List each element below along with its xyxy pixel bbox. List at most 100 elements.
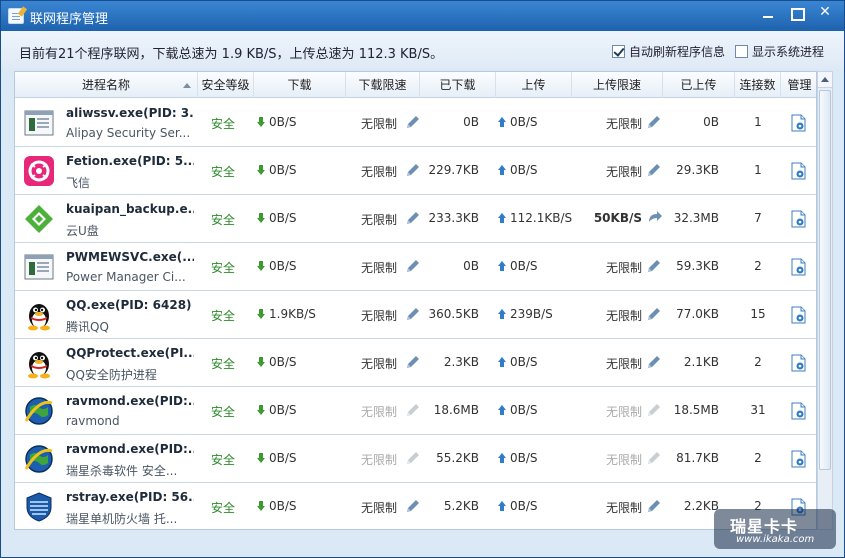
manage-process-icon[interactable]: [791, 258, 807, 276]
downloaded-total: 5.2KB: [443, 499, 479, 513]
edit-upload-limit-icon[interactable]: [645, 401, 663, 419]
table-row[interactable]: ravmond.exe(PID:... ravmond 安全 0B/S 无限制 18.6M…: [15, 387, 816, 435]
manage-process-icon[interactable]: [791, 162, 807, 180]
safety-level: 安全: [210, 309, 235, 323]
col-upload[interactable]: 上传: [496, 72, 572, 98]
safety-level: 安全: [210, 405, 235, 419]
show-system-toggle[interactable]: 显示系统进程: [735, 43, 824, 60]
manage-process-icon[interactable]: [791, 114, 807, 132]
download-arrow-icon: [257, 165, 265, 175]
edit-upload-limit-icon[interactable]: [645, 449, 663, 467]
col-upload-limit[interactable]: 上传限速: [572, 72, 663, 98]
auto-refresh-checkbox[interactable]: [612, 45, 625, 58]
download-limit: 无限制: [360, 165, 397, 179]
reset-upload-limit-icon[interactable]: [645, 209, 663, 227]
edit-upload-limit-icon[interactable]: [645, 353, 663, 371]
col-download-limit[interactable]: 下载限速: [346, 72, 420, 98]
title-bar[interactable]: 联网程序管理 ✕: [1, 1, 844, 31]
uploaded-total: 2.1KB: [683, 355, 719, 369]
download-limit: 无限制: [360, 117, 397, 131]
process-description: ravmond: [66, 414, 120, 428]
col-safety[interactable]: 安全等级: [198, 72, 254, 98]
download-arrow-icon: [257, 453, 265, 463]
download-speed: 0B/S: [257, 403, 347, 417]
edit-download-limit-icon[interactable]: [404, 305, 422, 323]
col-process-name[interactable]: 进程名称: [15, 72, 198, 98]
upload-limit: 无限制: [605, 501, 642, 515]
manage-process-icon[interactable]: [791, 450, 807, 468]
edit-download-limit-icon[interactable]: [404, 353, 422, 371]
table-row[interactable]: Fetion.exe(PID: 5... 飞信 安全 0B/S 无限制 229.7KB 0B…: [15, 147, 816, 195]
download-arrow-icon: [257, 117, 265, 127]
col-downloaded[interactable]: 已下载: [420, 72, 496, 98]
table-row[interactable]: kuaipan_backup.e... 云U盘 安全 0B/S 无限制 233.3KB 11…: [15, 195, 816, 243]
upload-limit: 50KB/S: [593, 211, 642, 225]
edit-upload-limit-icon[interactable]: [645, 305, 663, 323]
safety-level: 安全: [210, 453, 235, 467]
kuaipan-icon: [23, 203, 55, 235]
show-system-checkbox[interactable]: [735, 45, 748, 58]
sort-arrow-icon: [183, 83, 191, 88]
minimize-button[interactable]: [754, 2, 782, 24]
edit-download-limit-icon[interactable]: [404, 161, 422, 179]
col-connections[interactable]: 连接数: [735, 72, 781, 98]
watermark-url-text: www.ikaka.com: [736, 534, 815, 545]
col-manage[interactable]: 管理: [781, 72, 816, 98]
fetion-icon: [23, 155, 55, 187]
table-row[interactable]: QQProtect.exe(PI... QQ安全防护进程 安全 0B/S 无限制 2.3K…: [15, 339, 816, 387]
table-row[interactable]: ravmond.exe(PID:... 瑞星杀毒软件 安全... 安全 0B/S 无限制…: [15, 435, 816, 483]
edit-upload-limit-icon[interactable]: [645, 497, 663, 515]
manage-process-icon[interactable]: [791, 210, 807, 228]
maximize-button[interactable]: [782, 2, 810, 24]
edit-upload-limit-icon[interactable]: [645, 257, 663, 275]
edit-upload-limit-icon[interactable]: [645, 113, 663, 131]
edit-download-limit-icon[interactable]: [404, 449, 422, 467]
upload-speed: 0B/S: [498, 403, 588, 417]
edit-download-limit-icon[interactable]: [404, 257, 422, 275]
uploaded-total: 32.3MB: [673, 211, 719, 225]
rising-globe-icon: [23, 395, 55, 427]
vertical-scrollbar[interactable]: [817, 71, 833, 530]
scroll-up-button[interactable]: [818, 72, 832, 88]
safety-level: 安全: [210, 117, 235, 131]
download-arrow-icon: [257, 501, 265, 511]
connection-count: 2: [754, 451, 762, 465]
download-speed: 0B/S: [257, 211, 347, 225]
download-limit: 无限制: [360, 309, 397, 323]
download-speed: 0B/S: [257, 115, 347, 129]
close-button[interactable]: ✕: [811, 2, 839, 24]
edit-download-limit-icon[interactable]: [404, 209, 422, 227]
edit-upload-limit-icon[interactable]: [645, 161, 663, 179]
table-row[interactable]: PWMEWSVC.exe(... Power Manager Ci... 安全 0B/…: [15, 243, 816, 291]
upload-speed: 0B/S: [498, 451, 588, 465]
upload-speed: 0B/S: [498, 163, 588, 177]
upload-limit: 无限制: [605, 117, 642, 131]
process-description: QQ安全防护进程: [66, 368, 157, 382]
site-watermark: 瑞星卡卡 www.ikaka.com: [714, 509, 836, 549]
download-arrow-icon: [257, 309, 265, 319]
upload-speed: 0B/S: [498, 259, 588, 273]
edit-download-limit-icon[interactable]: [404, 401, 422, 419]
manage-process-icon[interactable]: [791, 354, 807, 372]
download-speed: 0B/S: [257, 451, 347, 465]
col-download[interactable]: 下载: [254, 72, 346, 98]
manage-process-icon[interactable]: [791, 402, 807, 420]
edit-download-limit-icon[interactable]: [404, 497, 422, 515]
table-row[interactable]: aliwssv.exe(PID: 3... Alipay Security Ser…: [15, 99, 816, 147]
safety-level: 安全: [210, 213, 235, 227]
edit-download-limit-icon[interactable]: [404, 113, 422, 131]
manage-process-icon[interactable]: [791, 306, 807, 324]
process-name: Fetion.exe(PID: 5...: [66, 154, 194, 168]
scroll-thumb[interactable]: [819, 90, 831, 470]
process-description: 瑞星杀毒软件 安全...: [66, 464, 178, 478]
auto-refresh-toggle[interactable]: 自动刷新程序信息: [612, 43, 725, 60]
connection-count: 2: [754, 355, 762, 369]
table-row[interactable]: rstray.exe(PID: 56... 瑞星单机防火墙 托... 安全 0B/S 无…: [15, 483, 816, 529]
process-name: aliwssv.exe(PID: 3...: [66, 106, 194, 120]
table-row[interactable]: QQ.exe(PID: 6428) 腾讯QQ 安全 1.9KB/S 无限制 360.5KB…: [15, 291, 816, 339]
col-uploaded[interactable]: 已上传: [663, 72, 735, 98]
download-speed: 0B/S: [257, 355, 347, 369]
download-arrow-icon: [257, 405, 265, 415]
safety-level: 安全: [210, 501, 235, 515]
connection-count: 7: [754, 211, 762, 225]
